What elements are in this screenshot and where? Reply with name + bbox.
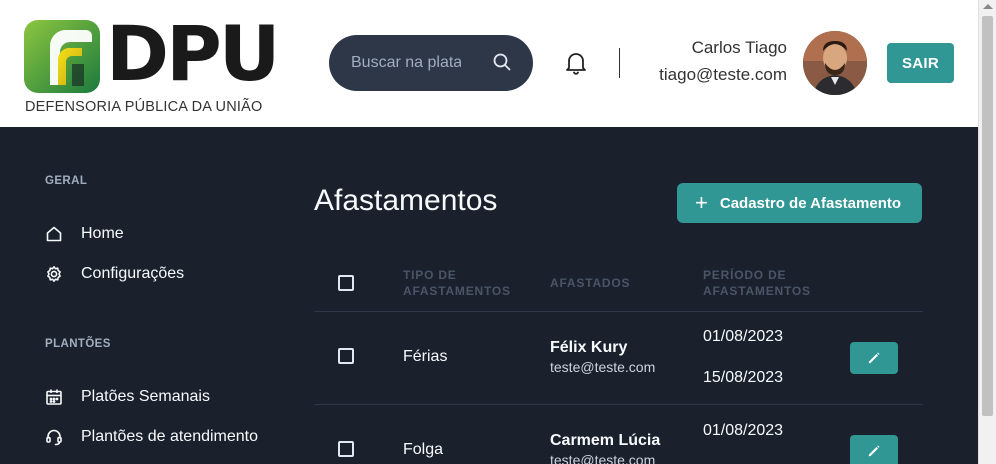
sidebar-item-label: Home	[81, 225, 124, 242]
sidebar-section-geral: GERAL	[45, 175, 88, 187]
dpu-logo-mark	[24, 20, 100, 93]
pencil-icon	[868, 352, 880, 364]
column-header-type: TIPO DE AFASTAMENTOS	[403, 267, 511, 299]
sidebar-item-label: Platões Semanais	[81, 388, 210, 405]
column-header-period: PERÍODO DE AFASTAMENTOS	[703, 267, 811, 299]
user-avatar[interactable]	[803, 31, 867, 95]
sidebar-item-configuracoes[interactable]: Configurações	[45, 262, 184, 286]
row-checkbox[interactable]	[338, 348, 354, 364]
logo-wordmark: DPU	[106, 9, 280, 98]
table-divider	[314, 404, 923, 405]
add-afastamento-button[interactable]: + Cadastro de Afastamento	[677, 183, 922, 223]
scrollbar-thumb[interactable]	[982, 16, 993, 416]
sidebar-item-label: Configurações	[81, 265, 185, 282]
column-header-people: AFASTADOS	[550, 276, 631, 290]
table-divider	[314, 311, 923, 312]
top-header: DPU DEFENSORIA PÚBLICA DA UNIÃO Carlos T…	[0, 0, 978, 127]
logout-button[interactable]: SAIR	[887, 43, 954, 83]
row-period-end: 15/08/2023	[703, 369, 784, 386]
add-afastamento-label: Cadastro de Afastamento	[719, 194, 902, 212]
headset-icon	[46, 429, 62, 446]
header-divider	[619, 48, 620, 78]
column-header-period-line2: AFASTAMENTOS	[703, 284, 811, 298]
select-all-checkbox[interactable]	[338, 275, 354, 291]
logo-subtitle: DEFENSORIA PÚBLICA DA UNIÃO	[25, 99, 263, 115]
sidebar-item-plantoes-semanais[interactable]: Platões Semanais	[45, 385, 210, 409]
scroll-up-arrow-icon[interactable]	[983, 4, 993, 9]
edit-button[interactable]	[850, 435, 898, 464]
pencil-icon	[868, 445, 880, 457]
page-scrollbar[interactable]	[978, 0, 996, 464]
user-name: Carlos Tiago	[691, 38, 787, 57]
sidebar-section-plantoes: PLANTÕES	[45, 338, 111, 350]
row-type: Férias	[403, 348, 448, 365]
user-email: tiago@teste.com	[659, 65, 787, 84]
calendar-icon	[46, 389, 62, 405]
row-person-email: teste@teste.com	[550, 359, 656, 375]
edit-button[interactable]	[850, 342, 898, 374]
row-checkbox[interactable]	[338, 441, 354, 457]
row-person-email: teste@teste.com	[550, 452, 656, 464]
column-header-period-line1: PERÍODO DE	[703, 268, 787, 282]
row-type: Folga	[403, 441, 444, 458]
dpu-logo[interactable]: DPU DEFENSORIA PÚBLICA DA UNIÃO	[24, 14, 280, 120]
avatar-image	[803, 31, 867, 95]
row-period-start: 01/08/2023	[703, 328, 784, 345]
row-period-start: 01/08/2023	[703, 422, 784, 439]
column-header-type-line1: TIPO DE	[403, 268, 457, 282]
home-icon	[46, 226, 62, 242]
row-person-name: Félix Kury	[550, 339, 628, 356]
search-input[interactable]	[351, 51, 461, 75]
sidebar-item-home[interactable]: Home	[45, 222, 124, 246]
search-icon[interactable]	[492, 52, 512, 72]
sidebar-item-plantoes-atendimento[interactable]: Plantões de atendimento	[45, 425, 258, 449]
plus-icon: +	[695, 190, 708, 215]
search-bar[interactable]	[329, 35, 533, 91]
row-person-name: Carmem Lúcia	[550, 432, 661, 449]
sidebar-item-label: Plantões de atendimento	[81, 428, 259, 445]
column-header-type-line2: AFASTAMENTOS	[403, 284, 511, 298]
notification-bell-icon[interactable]	[565, 51, 587, 75]
page-title: Afastamentos	[314, 184, 498, 217]
settings-icon	[47, 266, 61, 282]
